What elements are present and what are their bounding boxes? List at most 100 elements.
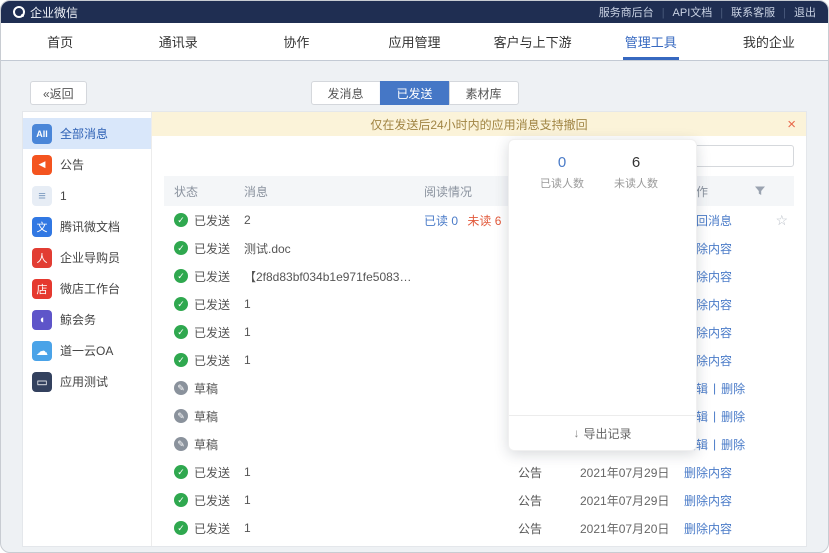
status-text: 已发送 — [194, 240, 230, 257]
filter-icon[interactable] — [754, 185, 766, 197]
status-text: 已发送 — [194, 212, 230, 229]
tab-send-message[interactable]: 发消息 — [310, 81, 380, 105]
unread-count-link[interactable]: 未读 6 — [467, 214, 501, 228]
sent-status-icon: ✓ — [174, 493, 188, 507]
star-icon[interactable]: ☆ — [775, 212, 788, 229]
sent-status-icon: ✓ — [174, 521, 188, 535]
download-icon: ↓ — [573, 426, 579, 440]
notice-bar: 仅在发送后24小时内的应用消息支持撤回 × — [152, 112, 806, 136]
sidebar-item-app-test[interactable]: ▭ 应用测试 — [23, 366, 151, 397]
delete-link[interactable]: 删除 — [721, 436, 745, 453]
unread-stat: 6 未读人数 — [599, 154, 673, 191]
sidebar-item-whale-meeting[interactable]: ◖ 鲸会务 — [23, 304, 151, 335]
sidebar-item-announcement[interactable]: ◀ 公告 — [23, 149, 151, 180]
message-list-pane: 仅在发送后24小时内的应用消息支持撤回 × 状态 消息 阅读情况 类型 时间 操… — [151, 112, 806, 546]
sidebar-item-tencent-docs[interactable]: 文 腾讯微文档 — [23, 211, 151, 242]
back-button[interactable]: «返回 — [30, 81, 87, 105]
export-record-button[interactable]: ↓ 导出记录 — [509, 415, 696, 450]
table-row: ✓ 已发送 1 删除内容 — [164, 290, 794, 318]
status-text: 已发送 — [194, 520, 230, 537]
list-icon: ≡ — [32, 186, 52, 206]
whale-icon: ◖ — [32, 310, 52, 330]
sent-status-icon: ✓ — [174, 269, 188, 283]
sidebar-item-all-messages[interactable]: All 全部消息 — [23, 118, 151, 149]
sent-status-icon: ✓ — [174, 353, 188, 367]
sidebar-item-label: 企业导购员 — [60, 249, 120, 266]
top-link-api-docs[interactable]: API文档 — [654, 4, 713, 20]
delete-link[interactable]: 删除 — [721, 380, 745, 397]
content-area: «返回 发消息 已发送 素材库 All 全部消息 ◀ 公告 ≡ — [1, 61, 828, 552]
table-row: ✎ 草稿 编辑 | 删除 — [164, 374, 794, 402]
table-row: ✎ 草稿 编辑 | 删除 — [164, 430, 794, 458]
status-text: 草稿 — [194, 408, 218, 425]
message-table: 状态 消息 阅读情况 类型 时间 操作 — [164, 176, 794, 542]
nav-admin-tools[interactable]: 管理工具 — [592, 23, 710, 60]
table-row: ✓ 已发送 1 公告 2021年07月29日 删除内容 — [164, 486, 794, 514]
sidebar-item-label: 鲸会务 — [60, 311, 96, 328]
sidebar-item-shopping-guide[interactable]: 人 企业导购员 — [23, 242, 151, 273]
header-read-status: 阅读情况 — [424, 183, 506, 200]
draft-status-icon: ✎ — [174, 409, 188, 423]
sent-status-icon: ✓ — [174, 241, 188, 255]
type-cell: 公告 — [506, 464, 580, 481]
cloud-icon: ☁ — [32, 341, 52, 361]
read-count-link[interactable]: 已读 0 — [424, 214, 458, 228]
nav-app-management[interactable]: 应用管理 — [355, 23, 473, 60]
tab-sent[interactable]: 已发送 — [379, 81, 449, 105]
table-row: ✓ 已发送 1 删除内容 — [164, 346, 794, 374]
nav-my-company[interactable]: 我的企业 — [710, 23, 828, 60]
sidebar-item-label: 应用测试 — [60, 373, 108, 390]
close-icon[interactable]: × — [787, 112, 796, 136]
status-text: 已发送 — [194, 464, 230, 481]
top-link-logout[interactable]: 退出 — [775, 4, 816, 20]
export-record-label: 导出记录 — [583, 425, 631, 442]
message-cell: 1 — [244, 297, 424, 311]
brand-name: 企业微信 — [30, 4, 78, 21]
message-tabs: 发消息 已发送 素材库 — [310, 81, 518, 105]
search-row — [152, 136, 806, 176]
delete-link[interactable]: 删除 — [721, 408, 745, 425]
draft-status-icon: ✎ — [174, 437, 188, 451]
table-row: ✓ 已发送 2 已读 0 未读 6 撤回消息 ☆ — [164, 206, 794, 234]
top-bar: 企业微信 服务商后台 API文档 联系客服 退出 — [1, 1, 828, 23]
date-cell: 2021年07月29日 — [580, 464, 684, 481]
sent-status-icon: ✓ — [174, 297, 188, 311]
all-badge-icon: All — [32, 124, 52, 144]
sidebar-item-label: 腾讯微文档 — [60, 218, 120, 235]
nav-home[interactable]: 首页 — [1, 23, 119, 60]
top-link-support[interactable]: 联系客服 — [712, 4, 775, 20]
delete-content-link[interactable]: 删除内容 — [684, 464, 732, 481]
document-icon: 文 — [32, 217, 52, 237]
sidebar-item-1[interactable]: ≡ 1 — [23, 180, 151, 211]
sidebar-item-microshop[interactable]: 店 微店工作台 — [23, 273, 151, 304]
top-link-provider[interactable]: 服务商后台 — [599, 4, 654, 20]
message-cell: 2 — [244, 213, 424, 227]
nav-collaboration[interactable]: 协作 — [237, 23, 355, 60]
nav-contacts[interactable]: 通讯录 — [119, 23, 237, 60]
app-window: 企业微信 服务商后台 API文档 联系客服 退出 首页 通讯录 协作 应用管理 … — [0, 0, 829, 553]
message-cell: 1 — [244, 521, 424, 535]
action-separator: | — [713, 409, 716, 423]
delete-content-link[interactable]: 删除内容 — [684, 520, 732, 537]
message-cell: 1 — [244, 325, 424, 339]
delete-content-link[interactable]: 删除内容 — [684, 492, 732, 509]
sent-status-icon: ✓ — [174, 325, 188, 339]
date-cell: 2021年07月29日 — [580, 492, 684, 509]
wecom-logo-icon — [13, 6, 25, 18]
table-header: 状态 消息 阅读情况 类型 时间 操作 — [164, 176, 794, 206]
unread-count: 6 — [599, 154, 673, 171]
sidebar-item-label: 1 — [60, 189, 67, 203]
message-cell: 1 — [244, 493, 424, 507]
read-count-label: 已读人数 — [525, 175, 599, 191]
read-count: 0 — [525, 154, 599, 171]
main-nav: 首页 通讯录 协作 应用管理 客户与上下游 管理工具 我的企业 — [1, 23, 828, 61]
tab-material-library[interactable]: 素材库 — [449, 81, 519, 105]
status-text: 草稿 — [194, 380, 218, 397]
nav-customers[interactable]: 客户与上下游 — [474, 23, 592, 60]
status-text: 已发送 — [194, 268, 230, 285]
sent-status-icon: ✓ — [174, 213, 188, 227]
message-cell: 1 — [244, 465, 424, 479]
action-separator: | — [713, 381, 716, 395]
sidebar-item-daoyiyun-oa[interactable]: ☁ 道一云OA — [23, 335, 151, 366]
table-row: ✓ 已发送 1 公告 2021年07月20日 删除内容 — [164, 514, 794, 542]
